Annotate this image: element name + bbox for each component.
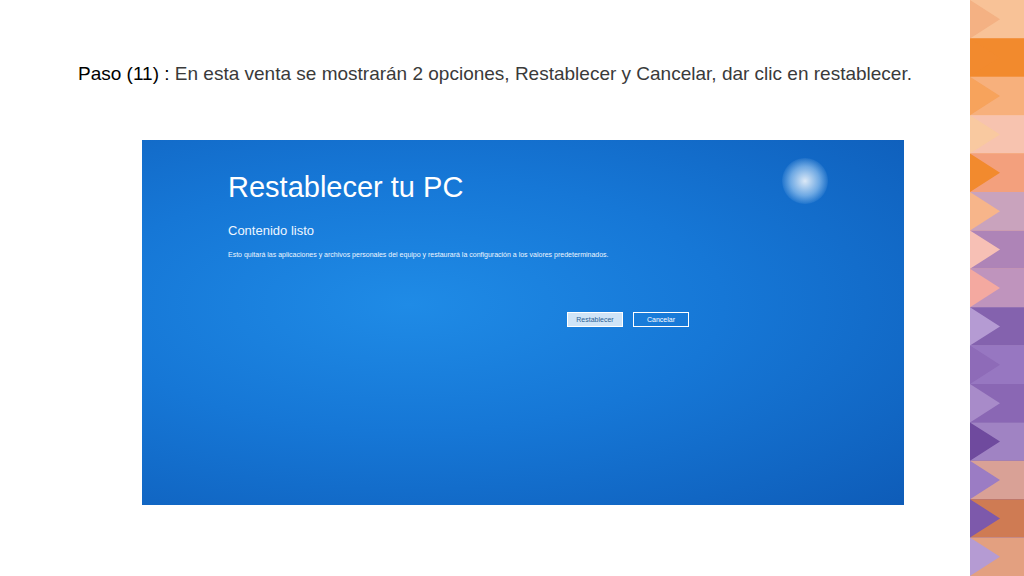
reset-screen: Restablecer tu PCContenido listoEsto qui…: [142, 140, 904, 505]
button-row: Restablecer Cancelar: [567, 312, 904, 327]
decorative-stripe-icon: [970, 0, 1024, 576]
step-text: En esta venta se mostrarán 2 opciones, R…: [175, 63, 912, 84]
reset-button[interactable]: Restablecer: [567, 312, 623, 327]
screen-subtitle: Contenido listo: [228, 223, 904, 238]
screen-description: Esto quitará las aplicaciones y archivos…: [228, 250, 618, 260]
slide: Paso (11) : En esta venta se mostrarán 2…: [0, 0, 1024, 576]
slide-content: Paso (11) : En esta venta se mostrarán 2…: [0, 0, 970, 576]
cancel-button[interactable]: Cancelar: [633, 312, 689, 327]
step-caption: Paso (11) : En esta venta se mostrarán 2…: [78, 62, 956, 86]
step-number: Paso (11) :: [78, 63, 170, 84]
glare-icon: [782, 158, 828, 204]
